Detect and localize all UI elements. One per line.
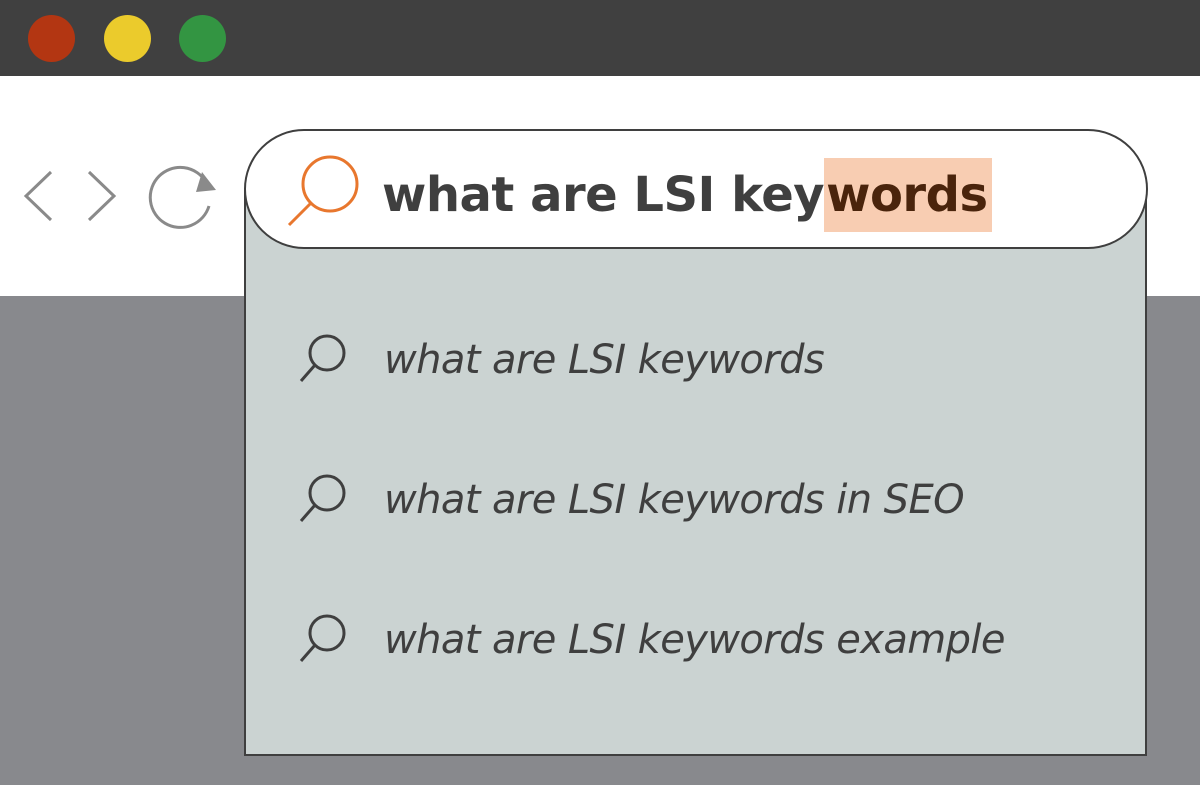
- search-icon: [287, 155, 359, 227]
- browser-window: what are LSI keywords what are LSI keywo…: [0, 0, 1200, 785]
- typed-query: what are LSI key: [382, 167, 825, 223]
- search-bar[interactable]: what are LSI keywords: [244, 129, 1148, 249]
- title-bar: [0, 0, 1200, 76]
- suggestion-text: what are LSI keywords: [384, 337, 825, 383]
- zoom-window-button[interactable]: [179, 15, 226, 62]
- chevron-left-icon[interactable]: [20, 168, 56, 224]
- close-window-button[interactable]: [28, 15, 75, 62]
- search-icon: [299, 474, 346, 522]
- search-input[interactable]: what are LSI keywords: [382, 155, 992, 235]
- suggestion-item[interactable]: what are LSI keywords: [296, 320, 825, 400]
- suggestion-item[interactable]: what are LSI keywords example: [296, 600, 1006, 680]
- minimize-window-button[interactable]: [104, 15, 151, 62]
- reload-icon[interactable]: [146, 160, 220, 234]
- suggestion-text: what are LSI keywords in SEO: [384, 477, 965, 523]
- suggestion-item[interactable]: what are LSI keywords in SEO: [296, 460, 965, 540]
- chevron-right-icon[interactable]: [84, 168, 120, 224]
- autocomplete-completion: words: [824, 158, 992, 232]
- suggestion-text: what are LSI keywords example: [384, 617, 1006, 663]
- search-icon: [299, 334, 346, 382]
- search-icon: [299, 614, 346, 662]
